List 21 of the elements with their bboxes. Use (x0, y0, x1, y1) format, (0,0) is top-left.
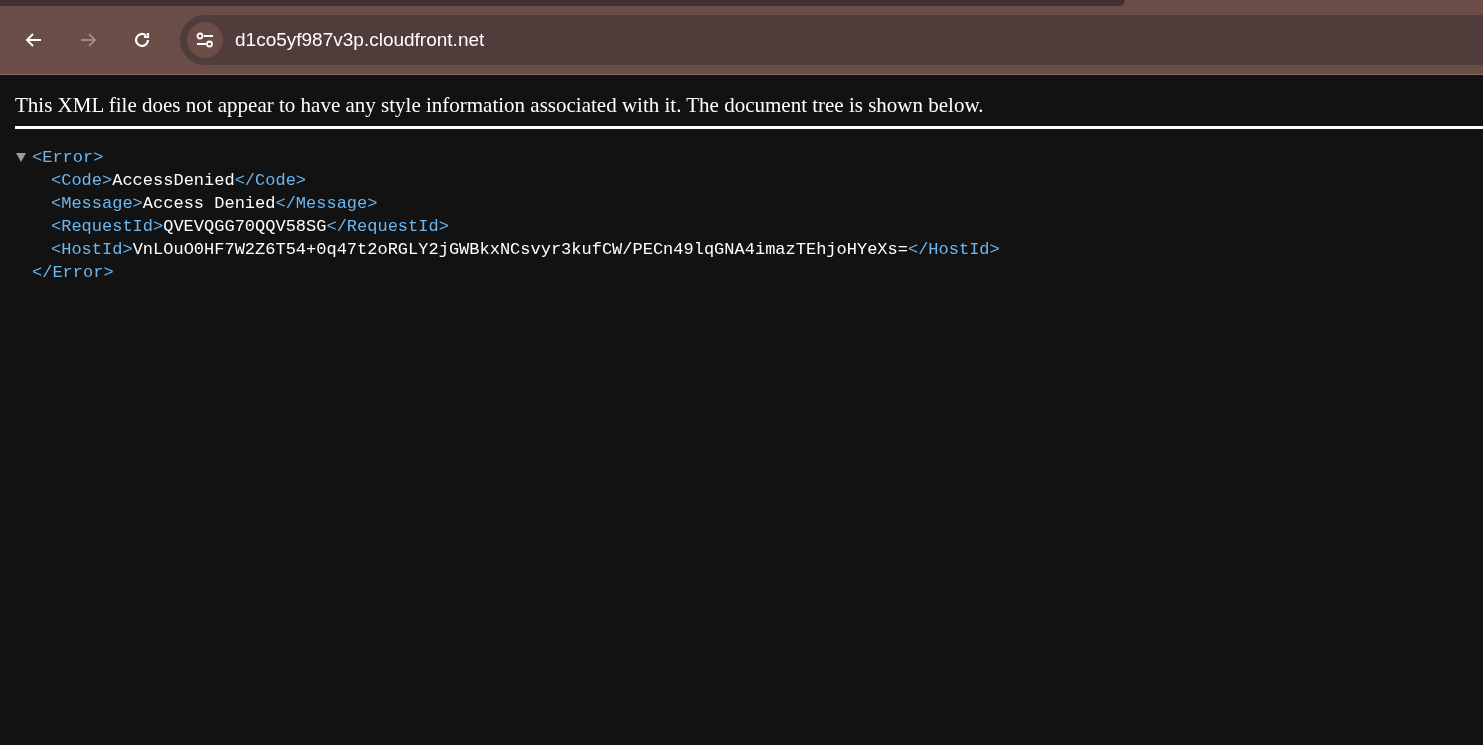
xml-value: AccessDenied (112, 170, 235, 192)
xml-tag: <Message> (51, 192, 143, 215)
xml-tag: </HostId> (907, 238, 1000, 261)
xml-tag: <HostId> (51, 238, 133, 261)
xml-value: VnLOuO0HF7W2Z6T54+0q47t2oRGLY2jGWBkxNCsvyr3kufCW/PECn49lqGNA4imazTEhjoHYeXs= (132, 239, 908, 261)
sliders-icon (196, 32, 214, 48)
xml-tag: <Code> (51, 169, 113, 192)
xml-tag: <Error> (32, 146, 104, 169)
xml-value: Access Denied (142, 193, 276, 215)
xml-tag: <RequestId> (51, 215, 164, 238)
notice-text: This XML file does not appear to have any style information associated with it. The document tree is shown below. (15, 92, 985, 119)
xml-value: QVEVQGG70QQV58SG (163, 216, 327, 238)
xml-tag: </Code> (234, 169, 307, 192)
collapse-triangle-icon[interactable] (16, 153, 26, 162)
xml-tag: </Message> (275, 192, 378, 215)
site-settings-button[interactable] (187, 22, 223, 58)
address-bar[interactable]: d1co5yf987v3p.cloudfront.net (180, 15, 1483, 65)
xml-tag: </RequestId> (326, 215, 449, 238)
url-text: d1co5yf987v3p.cloudfront.net (235, 27, 485, 52)
reload-icon (132, 30, 152, 50)
xml-tag: </Error> (32, 261, 114, 284)
